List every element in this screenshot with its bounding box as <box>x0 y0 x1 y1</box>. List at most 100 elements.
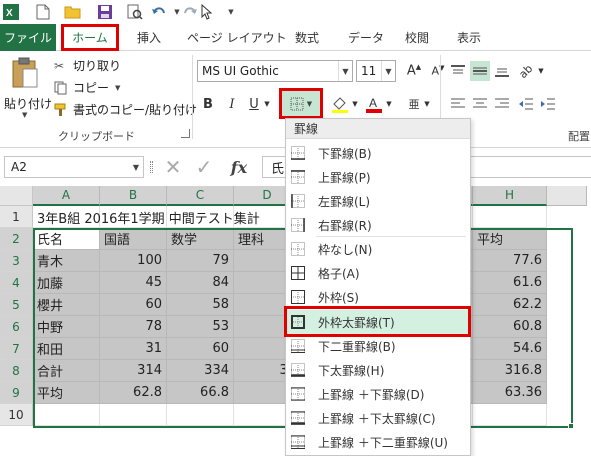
copy-dropdown-icon[interactable]: ▼ <box>115 84 120 92</box>
cell-kokugo[interactable]: 60 <box>100 294 167 316</box>
cell-average[interactable]: 77.6 <box>473 250 547 272</box>
fill-handle[interactable] <box>568 423 574 429</box>
redo-icon[interactable] <box>181 3 199 21</box>
phonetic-guide-button[interactable]: 亜 <box>404 94 424 114</box>
align-middle-button[interactable] <box>470 61 490 81</box>
italic-button[interactable]: I <box>222 94 242 114</box>
row-header-6[interactable]: 6 <box>0 316 33 338</box>
select-all-corner[interactable] <box>0 186 33 206</box>
cell-name[interactable]: 櫻井 <box>33 294 100 316</box>
copy-button[interactable]: コピー ▼ <box>54 79 120 96</box>
cell-sugaku[interactable]: 60 <box>167 338 234 360</box>
tab-data[interactable]: データ <box>348 24 384 51</box>
cell-average[interactable]: 54.6 <box>473 338 547 360</box>
tab-page-layout[interactable]: ページ レイアウト <box>187 24 287 51</box>
row-header-7[interactable]: 7 <box>0 338 33 360</box>
font-size-combo[interactable]: 11 ▼ <box>356 60 396 82</box>
decrease-indent-button[interactable] <box>516 94 536 114</box>
tab-view[interactable]: 表示 <box>457 24 481 51</box>
border-menu-item-top-bottom-border[interactable]: 上罫線 ＋下罫線(D) <box>286 382 470 406</box>
cell-kokugo[interactable]: 45 <box>100 272 167 294</box>
cell-kokugo[interactable]: 100 <box>100 250 167 272</box>
row-header-1[interactable]: 1 <box>0 206 33 228</box>
formula-bar-grip-icon[interactable] <box>150 161 153 173</box>
cell-sugaku[interactable]: 66.8 <box>167 382 234 404</box>
save-icon[interactable] <box>96 3 114 21</box>
row-header-8[interactable]: 8 <box>0 360 33 382</box>
cell-kokugo[interactable]: 62.8 <box>100 382 167 404</box>
cell-header-name[interactable]: 氏名 <box>33 228 100 250</box>
cell-average[interactable]: 316.8 <box>473 360 547 382</box>
name-box[interactable]: A2 ▼ <box>4 156 144 178</box>
border-menu-item-all-borders[interactable]: 格子(A) <box>286 261 470 285</box>
tab-home[interactable]: ホーム <box>61 24 119 51</box>
cell-row10[interactable] <box>100 404 167 426</box>
underline-button[interactable]: U <box>244 94 264 114</box>
column-header-A[interactable]: A <box>33 186 100 206</box>
tab-formulas[interactable]: 数式 <box>295 24 319 51</box>
paste-button[interactable]: 貼り付け ▼ <box>4 57 52 123</box>
tab-file[interactable]: ファイル <box>0 24 56 51</box>
column-header-H[interactable]: H <box>473 186 547 206</box>
cell-header-average[interactable]: 平均 <box>473 228 547 250</box>
cell-row10[interactable] <box>167 404 234 426</box>
align-right-button[interactable] <box>492 94 512 114</box>
confirm-entry-icon[interactable]: ✓ <box>193 155 215 179</box>
bold-button[interactable]: B <box>198 94 218 114</box>
align-bottom-button[interactable] <box>492 61 512 81</box>
border-menu-item-border-top[interactable]: 上罫線(P) <box>286 165 470 189</box>
undo-icon[interactable] <box>150 3 168 21</box>
insert-function-icon[interactable]: fx <box>226 155 252 179</box>
cell-kokugo[interactable]: 314 <box>100 360 167 382</box>
decrease-font-size-button[interactable]: A▼ <box>428 61 448 81</box>
cell-average[interactable]: 62.2 <box>473 294 547 316</box>
cell-header-kokugo[interactable]: 国語 <box>100 228 167 250</box>
border-menu-item-bottom-double-border[interactable]: 下二重罫線(B) <box>286 334 470 358</box>
sheet-title-cell[interactable]: 3年B組 2016年1学期 中間テスト集計 <box>34 206 260 228</box>
align-top-button[interactable] <box>448 61 468 81</box>
tab-review[interactable]: 校閲 <box>405 24 429 51</box>
print-preview-icon[interactable] <box>126 3 144 21</box>
name-box-dropdown-icon[interactable]: ▼ <box>129 163 143 172</box>
cell-header-sugaku[interactable]: 数学 <box>167 228 234 250</box>
cell-name[interactable]: 青木 <box>33 250 100 272</box>
border-menu-item-thick-bottom-border[interactable]: 下太罫線(H) <box>286 358 470 382</box>
border-menu-item-border-bottom[interactable]: 下罫線(B) <box>286 141 470 165</box>
cell-sugaku[interactable]: 84 <box>167 272 234 294</box>
cell-row1[interactable] <box>473 206 547 228</box>
cell-average[interactable]: 61.6 <box>473 272 547 294</box>
cell-average[interactable]: 60.8 <box>473 316 547 338</box>
phonetic-guide-dropdown-icon[interactable]: ▼ <box>422 94 432 114</box>
fill-color-button[interactable] <box>330 94 350 114</box>
cell-sugaku[interactable]: 334 <box>167 360 234 382</box>
cell-name[interactable]: 中野 <box>33 316 100 338</box>
cell-sugaku[interactable]: 53 <box>167 316 234 338</box>
border-menu-item-border-right[interactable]: 右罫線(R) <box>286 213 470 237</box>
border-menu-item-top-thick-bottom-border[interactable]: 上罫線 ＋下太罫線(C) <box>286 406 470 430</box>
customize-qat-icon[interactable]: ▼ <box>222 3 240 21</box>
open-folder-icon[interactable] <box>64 3 82 21</box>
cell-name[interactable]: 合計 <box>33 360 100 382</box>
row-header-9[interactable]: 9 <box>0 382 33 404</box>
cell-kokugo[interactable]: 78 <box>100 316 167 338</box>
border-menu-item-thick-box-border[interactable]: 外枠太罫線(T) <box>286 310 470 334</box>
row-header-10[interactable]: 10 <box>0 404 33 426</box>
cell-sugaku[interactable]: 79 <box>167 250 234 272</box>
align-center-button[interactable] <box>470 94 490 114</box>
orientation-button[interactable]: ab <box>516 61 536 81</box>
font-color-button[interactable]: A <box>364 94 384 114</box>
cell-name[interactable]: 和田 <box>33 338 100 360</box>
format-painter-button[interactable]: 書式のコピー/貼り付け <box>54 101 197 118</box>
increase-indent-button[interactable] <box>538 94 558 114</box>
cell-name[interactable]: 加藤 <box>33 272 100 294</box>
column-header-B[interactable]: B <box>100 186 167 206</box>
cell-kokugo[interactable]: 31 <box>100 338 167 360</box>
clipboard-dialog-launcher-icon[interactable] <box>181 129 190 138</box>
paste-dropdown-icon[interactable]: ▼ <box>22 111 27 119</box>
border-menu-item-outside-borders[interactable]: 外枠(S) <box>286 285 470 309</box>
font-size-dropdown-icon[interactable]: ▼ <box>381 61 395 81</box>
increase-font-size-button[interactable]: A▲ <box>404 61 424 81</box>
row-header-5[interactable]: 5 <box>0 294 33 316</box>
cancel-entry-icon[interactable]: ✕ <box>162 155 184 179</box>
row-header-4[interactable]: 4 <box>0 272 33 294</box>
